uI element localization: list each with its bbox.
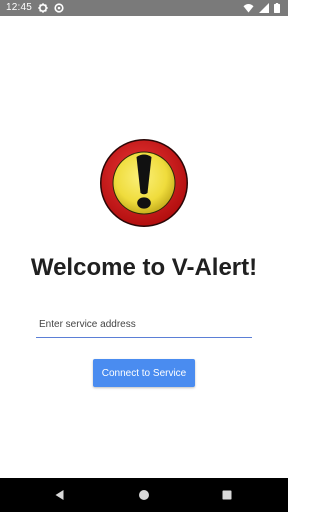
screen: 12:45 Welcome to V-Alert! Enter service … — [0, 0, 288, 512]
recents-icon[interactable] — [220, 488, 234, 502]
gear-icon — [38, 3, 48, 13]
signal-icon — [259, 3, 269, 13]
status-right-icons — [243, 3, 280, 13]
battery-icon — [274, 3, 280, 13]
welcome-title: Welcome to V-Alert! — [30, 254, 258, 281]
wifi-icon — [243, 3, 254, 13]
data-saver-icon — [54, 3, 64, 13]
input-underline — [36, 337, 252, 338]
exclamation-warning-icon — [99, 138, 189, 228]
home-icon[interactable] — [137, 488, 151, 502]
back-icon[interactable] — [53, 488, 67, 502]
connect-to-service-button[interactable]: Connect to Service — [93, 359, 195, 387]
navigation-bar — [0, 478, 288, 512]
status-bar: 12:45 — [0, 0, 288, 16]
service-address-field — [36, 312, 252, 338]
service-address-input[interactable] — [36, 312, 252, 337]
status-time: 12:45 — [6, 2, 33, 13]
status-left-icons — [38, 3, 64, 13]
